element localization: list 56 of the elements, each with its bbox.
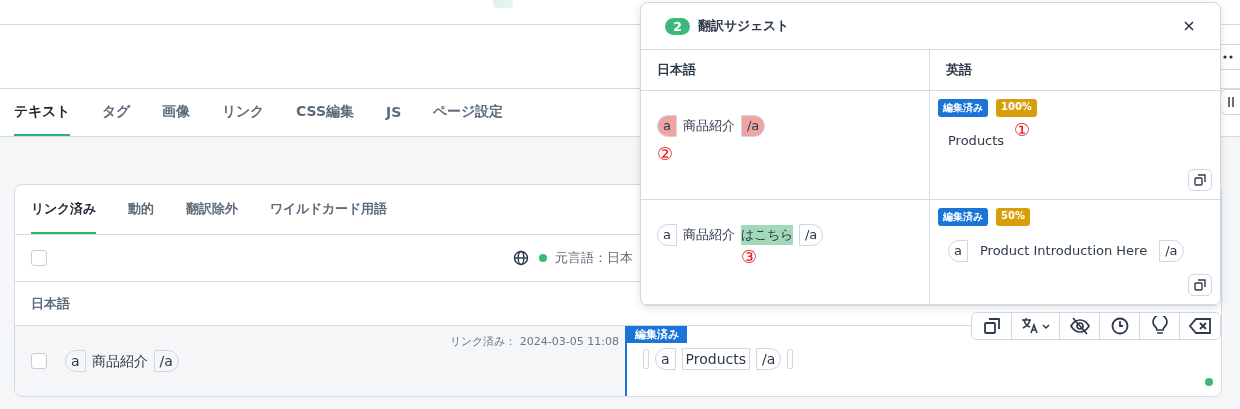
empty-tag-marker — [643, 349, 649, 369]
edited-badge: 編集済み — [627, 326, 687, 343]
copy-button[interactable] — [1188, 274, 1212, 296]
column-header: 日本語 — [31, 294, 70, 313]
row-checkbox[interactable] — [31, 353, 47, 369]
segment-text: 商品紹介 — [682, 117, 735, 135]
select-all-checkbox[interactable] — [31, 250, 47, 266]
column-header: 英語 — [946, 61, 972, 79]
translate-icon — [1020, 317, 1051, 335]
copy-button[interactable] — [972, 313, 1012, 339]
badge: 編集済み — [938, 208, 988, 226]
segment-text: Product Introduction Here — [979, 242, 1148, 260]
close-icon — [1184, 21, 1194, 31]
copy-icon — [982, 317, 1001, 335]
annotation-number: ③ — [741, 248, 758, 266]
close-tag: /a — [740, 115, 766, 137]
filter-tab[interactable]: リンク済み — [31, 185, 96, 234]
eye-off-icon — [1069, 317, 1090, 335]
status-chip — [493, 0, 513, 8]
source-language-label: 元言語：日本 — [555, 249, 633, 267]
more-icon — [1223, 54, 1233, 59]
globe-icon — [513, 250, 529, 266]
main-tab[interactable]: 画像 — [162, 89, 190, 136]
annotation-number: ② — [657, 145, 674, 163]
badge: 編集済み — [938, 99, 988, 117]
badge: 50% — [996, 208, 1030, 226]
open-tag: a — [657, 115, 677, 137]
segment-text: はこちら — [740, 225, 793, 245]
main-tab[interactable]: テキスト — [14, 89, 70, 136]
empty-tag-marker — [787, 349, 794, 369]
copy-icon — [1194, 279, 1206, 291]
main-tab[interactable]: タグ — [102, 89, 130, 136]
main-tab[interactable]: リンク — [222, 89, 264, 136]
filter-tab[interactable]: 動的 — [128, 185, 154, 234]
popup-title: 翻訳サジェスト — [698, 17, 790, 35]
badge: 100% — [996, 99, 1037, 117]
annotation-number: ① — [1014, 121, 1031, 139]
segment-text: 商品紹介 — [91, 352, 148, 371]
column-header: 日本語 — [657, 61, 696, 79]
copy-icon — [1194, 174, 1206, 186]
main-tab[interactable]: CSS編集 — [296, 89, 355, 136]
clock-icon — [1110, 317, 1129, 335]
segment-text: 商品紹介 — [682, 226, 735, 244]
status-dot — [1205, 378, 1213, 386]
filter-tab[interactable]: 翻訳除外 — [186, 185, 238, 234]
main-tab[interactable]: ページ設定 — [433, 89, 504, 136]
copy-button[interactable] — [1188, 169, 1212, 191]
lightbulb-icon — [1151, 316, 1168, 336]
status-dot — [539, 254, 547, 262]
segment-text: Products — [681, 348, 751, 370]
main-tab[interactable]: JS — [386, 89, 402, 136]
linked-timestamp: リンク済み： 2024-03-05 11:08 — [450, 334, 619, 349]
backspace-icon — [1189, 318, 1211, 334]
count-badge: 2 — [665, 17, 691, 35]
segment-text: Products — [948, 132, 1005, 150]
filter-tab[interactable]: ワイルドカード用語 — [270, 185, 387, 234]
